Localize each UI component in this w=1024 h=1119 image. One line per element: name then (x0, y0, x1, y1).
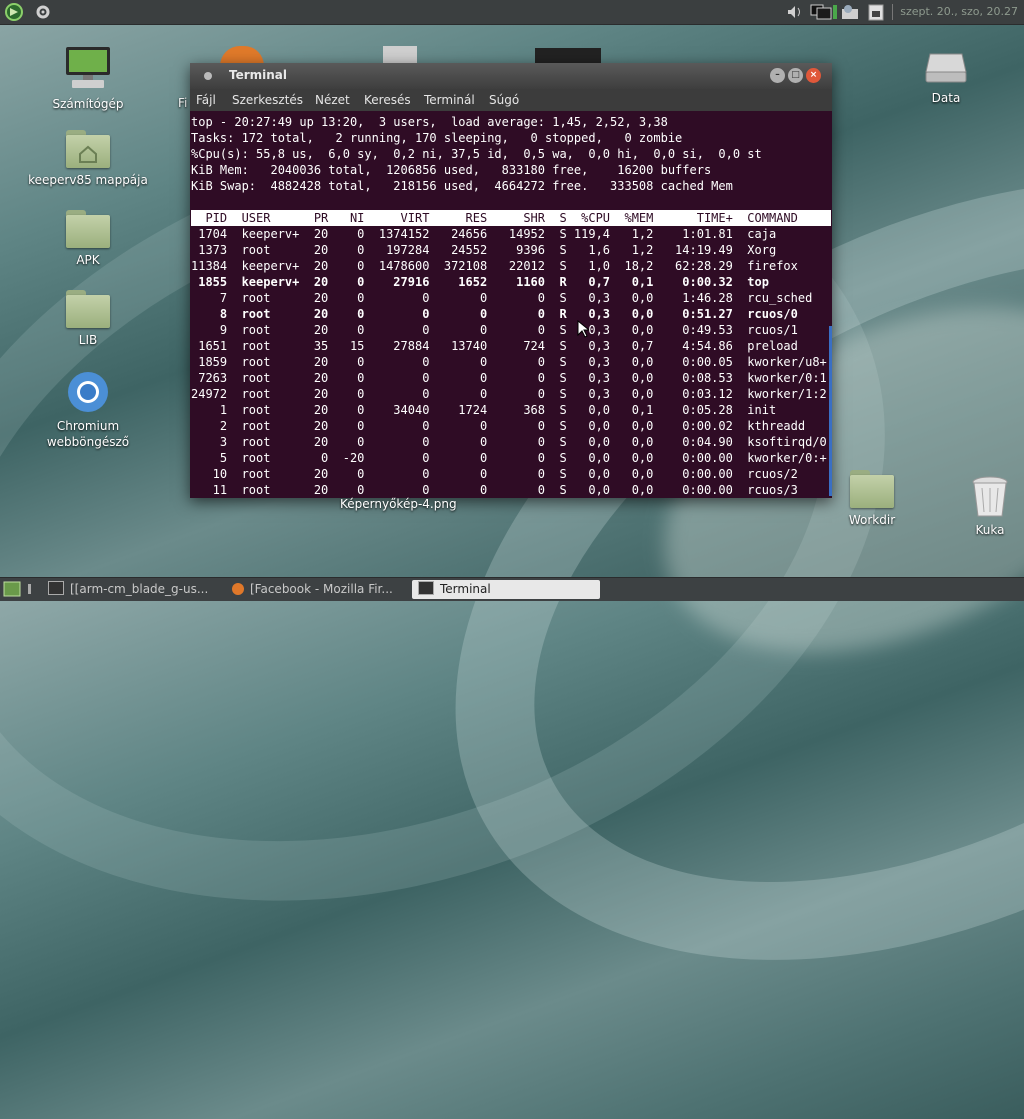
computer-icon (66, 47, 110, 88)
process-row: 2 root 20 0 0 0 0 S 0,0 0,0 0:00.02 kthr… (191, 419, 806, 433)
process-row: 1855 keeperv+ 20 0 27916 1652 1160 R 0,7… (191, 275, 769, 289)
bottom-panel: [[arm-cm_blade_g-us... [Facebook - Mozill… (0, 577, 1024, 601)
desktop-icon-label: Workdir (848, 513, 896, 527)
desktop-icon-lib-folder[interactable]: LIB (28, 290, 148, 348)
volume-icon[interactable] (785, 3, 805, 21)
summary-line: Tasks: 172 total, 2 running, 170 sleepin… (191, 131, 683, 145)
summary-line: KiB Mem: 2040036 total, 1206856 used, 83… (191, 163, 712, 177)
folder-icon (66, 210, 110, 248)
menu-help[interactable]: Súgó (489, 93, 519, 107)
desktop-icon-label: Data (931, 91, 961, 105)
menu-bar: Fájl Szerkesztés Nézet Keresés Terminál … (190, 89, 832, 111)
folder-icon (66, 290, 110, 328)
process-row: 11 root 20 0 0 0 0 S 0,0 0,0 0:00.00 rcu… (191, 483, 798, 497)
process-row: 9 root 20 0 0 0 0 S 0,3 0,0 0:49.53 rcuo… (191, 323, 798, 337)
panel-handle[interactable] (24, 581, 36, 597)
menu-view[interactable]: Nézet (315, 93, 350, 107)
trash-icon (972, 476, 1008, 517)
desktop-icon-home-folder[interactable]: keeperv85 mappája (28, 130, 148, 188)
desktop-file-label[interactable]: Képernyőkép-4.png (340, 497, 457, 511)
desktop-icon-label: LIB (78, 333, 98, 347)
partial-desktop-label: Fi (178, 96, 188, 110)
summary-line: KiB Swap: 4882428 total, 218156 used, 46… (191, 179, 733, 193)
terminal-icon (48, 581, 64, 595)
terminal-icon (418, 581, 434, 595)
process-row: 8 root 20 0 0 0 0 R 0,3 0,0 0:51.27 rcuo… (191, 307, 798, 321)
desktop-icon-trash[interactable]: Kuka (930, 474, 1024, 538)
desktop-icon-label: keeperv85 mappája (28, 173, 148, 187)
process-row: 11384 keeperv+ 20 0 1478600 372108 22012… (191, 259, 798, 273)
taskbar-button-label: [[arm-cm_blade_g-us... (70, 582, 209, 596)
maximize-icon: □ (791, 70, 800, 80)
desktop-icon-computer[interactable]: Számítógép (28, 44, 148, 112)
menu-file[interactable]: Fájl (196, 93, 216, 107)
menu-terminal[interactable]: Terminál (424, 93, 475, 107)
process-row: 3 root 20 0 0 0 0 S 0,0 0,0 0:04.90 ksof… (191, 435, 827, 449)
window-menu-icon[interactable] (203, 71, 213, 81)
window-title: Terminal (229, 68, 288, 82)
process-row: 1859 root 20 0 0 0 0 S 0,3 0,0 0:00.05 k… (191, 355, 827, 369)
desktop-icon-data-drive[interactable]: Data (886, 50, 1006, 106)
taskbar-button[interactable]: Terminal (412, 580, 600, 599)
desktop-icon-label: Számítógép (52, 97, 124, 111)
taskbar-button-label: [Facebook - Mozilla Fir... (250, 582, 393, 596)
minimize-button[interactable]: – (770, 68, 785, 83)
close-icon: × (809, 70, 818, 80)
panel-separator (892, 4, 893, 20)
mouse-cursor-icon (577, 320, 589, 338)
taskbar-button-label: Terminal (440, 582, 491, 596)
process-row: 7263 root 20 0 0 0 0 S 0,3 0,0 0:08.53 k… (191, 371, 827, 385)
taskbar-button[interactable]: [[arm-cm_blade_g-us... (42, 580, 220, 599)
process-row: 1704 keeperv+ 20 0 1374152 24656 14952 S… (191, 227, 777, 241)
desktop-icon-label: Chromium webböngésző (46, 419, 130, 449)
taskbar-button[interactable]: [Facebook - Mozilla Fir... (226, 580, 404, 599)
close-button[interactable]: × (806, 68, 821, 83)
clipboard-icon[interactable] (866, 3, 886, 21)
process-row: 10 root 20 0 0 0 0 S 0,0 0,0 0:00.00 rcu… (191, 467, 798, 481)
show-desktop-icon[interactable] (3, 581, 21, 597)
chromium-icon (68, 372, 108, 412)
drive-icon (925, 53, 967, 83)
menu-search[interactable]: Keresés (364, 93, 411, 107)
title-bar[interactable]: Terminal – □ × (190, 63, 832, 89)
terminal-output[interactable]: top - 20:27:49 up 13:20, 3 users, load a… (190, 111, 832, 498)
minimize-icon: – (775, 70, 780, 80)
scrollbar[interactable] (829, 326, 832, 496)
summary-line: top - 20:27:49 up 13:20, 3 users, load a… (191, 115, 668, 129)
top-panel: szept. 20., szo, 20.27 (0, 0, 1024, 25)
clock[interactable]: szept. 20., szo, 20.27 (900, 5, 1018, 18)
process-row: 24972 root 20 0 0 0 0 S 0,3 0,0 0:03.12 … (191, 387, 827, 401)
summary-line: %Cpu(s): 55,8 us, 6,0 sy, 0,2 ni, 37,5 i… (191, 147, 762, 161)
process-row: 7 root 20 0 0 0 0 S 0,3 0,0 1:46.28 rcu_… (191, 291, 813, 305)
process-row: 1373 root 20 0 197284 24552 9396 S 1,6 1… (191, 243, 777, 257)
desktop-icon-chromium[interactable]: Chromium webböngésző (28, 370, 148, 450)
terminal-window[interactable]: Terminal – □ × Fájl Szerkesztés Nézet Ke… (190, 63, 832, 498)
process-row: 1 root 20 0 34040 1724 368 S 0,0 0,1 0:0… (191, 403, 777, 417)
desktop-icon-label: Kuka (975, 523, 1005, 537)
update-manager-icon[interactable] (840, 3, 862, 21)
image-thumbnail-icon[interactable] (535, 48, 601, 64)
desktop-icon-label: APK (76, 253, 100, 267)
top-output: top - 20:27:49 up 13:20, 3 users, load a… (190, 111, 832, 498)
maximize-button[interactable]: □ (788, 68, 803, 83)
firefox-icon (232, 583, 244, 595)
network-icon[interactable] (809, 3, 839, 21)
process-row: 5 root 0 -20 0 0 0 S 0,0 0,0 0:00.00 kwo… (191, 451, 827, 465)
folder-icon (850, 470, 894, 508)
panel-handle-icon (28, 584, 31, 594)
home-folder-icon (66, 130, 110, 168)
system-settings-icon[interactable] (33, 3, 53, 21)
process-row: 1651 root 35 15 27884 13740 724 S 0,3 0,… (191, 339, 798, 353)
desktop-icon-apk-folder[interactable]: APK (28, 210, 148, 268)
app-menu-icon[interactable] (4, 3, 26, 21)
process-table-header: PID USER PR NI VIRT RES SHR S %CPU %MEM … (191, 210, 831, 226)
menu-edit[interactable]: Szerkesztés (232, 93, 303, 107)
